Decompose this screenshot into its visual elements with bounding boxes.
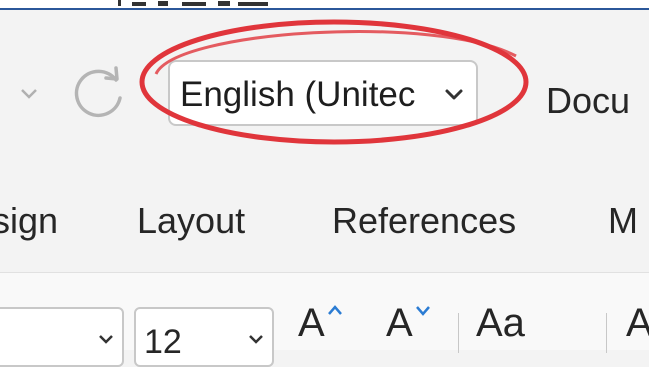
tab-design[interactable]: sign <box>0 200 58 242</box>
clear-formatting-button[interactable]: A <box>626 293 649 353</box>
ribbon-separator <box>606 313 607 353</box>
customize-toolbar-chevron-icon[interactable] <box>16 80 42 106</box>
shrink-font-button[interactable]: A <box>386 293 430 353</box>
clear-formatting-label: A <box>626 301 649 345</box>
redo-icon[interactable] <box>70 64 130 124</box>
document-title: Docu <box>546 80 631 121</box>
caret-down-icon <box>416 306 430 316</box>
shrink-font-label: A <box>386 301 413 345</box>
title-bar-edge <box>0 0 649 10</box>
tab-layout[interactable]: Layout <box>137 200 245 242</box>
grow-font-label: A <box>298 301 325 345</box>
ribbon-home-commands: 12 A A Aa A <box>0 272 649 367</box>
language-dropdown[interactable]: English (Unitec <box>168 60 478 126</box>
caret-up-icon <box>328 305 342 315</box>
title-bar-fragment <box>118 0 268 6</box>
tab-references[interactable]: References <box>332 200 516 242</box>
quick-access-toolbar: English (Unitec Docu <box>0 10 649 170</box>
language-dropdown-value: English (Unitec <box>180 75 416 114</box>
ribbon-tabs: sign Layout References M <box>0 170 649 270</box>
tab-mailings[interactable]: M <box>608 200 638 242</box>
grow-font-button[interactable]: A <box>298 293 342 353</box>
change-case-button[interactable]: Aa <box>476 293 525 353</box>
chevron-down-icon <box>445 89 463 100</box>
font-name-chevron-down-icon <box>99 335 113 344</box>
change-case-label: Aa <box>476 301 525 345</box>
font-size-chevron-down-icon <box>249 335 263 344</box>
ribbon-separator <box>458 313 459 353</box>
font-size-value: 12 <box>144 323 182 361</box>
